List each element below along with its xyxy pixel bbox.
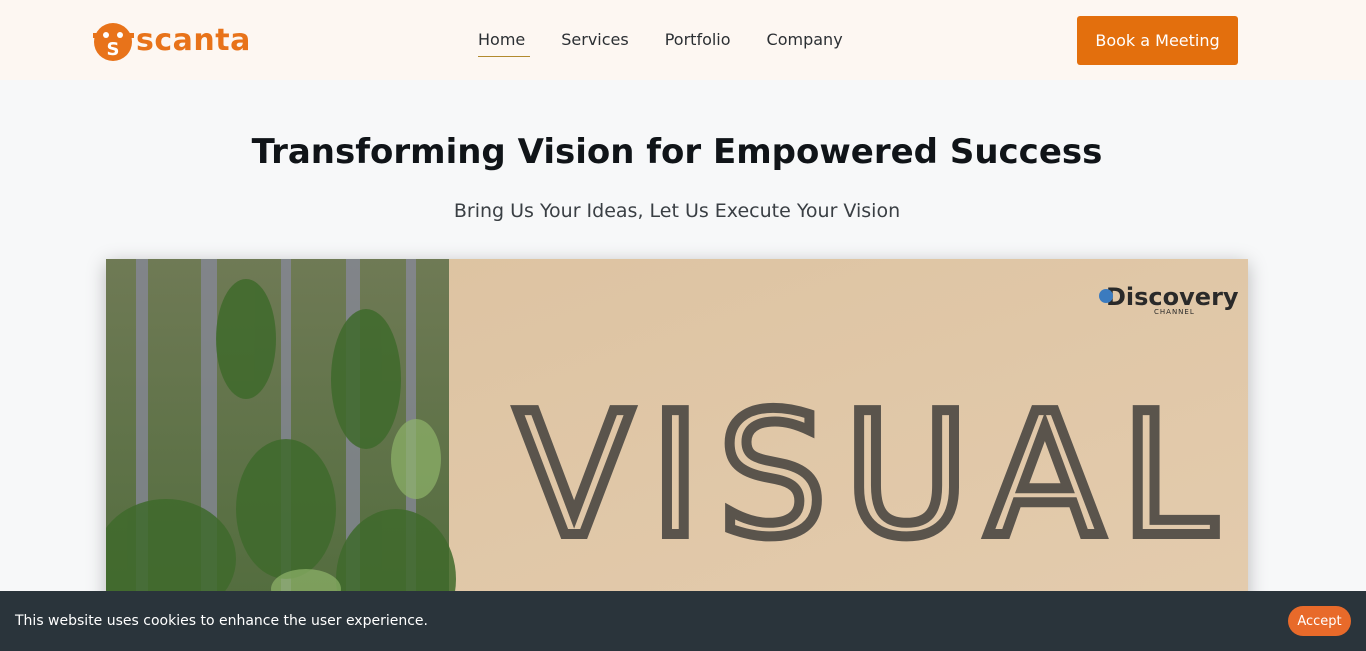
scanta-logo[interactable]: S scanta <box>93 17 251 63</box>
cookie-message: This website uses cookies to enhance the… <box>15 613 428 629</box>
logo-mark-icon: S <box>93 23 134 61</box>
sign-text: VISUAL <box>516 377 1234 575</box>
hero-subtitle: Bring Us Your Ideas, Let Us Execute Your… <box>453 200 901 222</box>
book-meeting-button[interactable]: Book a Meeting <box>1077 16 1238 65</box>
svg-text:S: S <box>107 39 120 60</box>
cookie-banner: This website uses cookies to enhance the… <box>0 591 1366 651</box>
logo-wordmark: scanta <box>136 22 251 58</box>
discovery-watermark-sub: CHANNEL <box>1154 308 1195 316</box>
nav-item-home[interactable]: Home <box>478 30 531 57</box>
discovery-watermark: Discovery <box>1106 283 1239 311</box>
site-header: S scanta Home Services Portfolio Company… <box>0 0 1366 80</box>
globe-icon <box>1099 289 1113 303</box>
nav-item-portfolio[interactable]: Portfolio <box>665 30 731 53</box>
hero-title: Transforming Vision for Empowered Succes… <box>251 132 1103 172</box>
accept-cookies-button[interactable]: Accept <box>1288 606 1351 636</box>
nav-item-company[interactable]: Company <box>767 30 843 53</box>
main-nav: Home Services Portfolio Company <box>478 30 879 57</box>
nav-item-services[interactable]: Services <box>561 30 628 53</box>
